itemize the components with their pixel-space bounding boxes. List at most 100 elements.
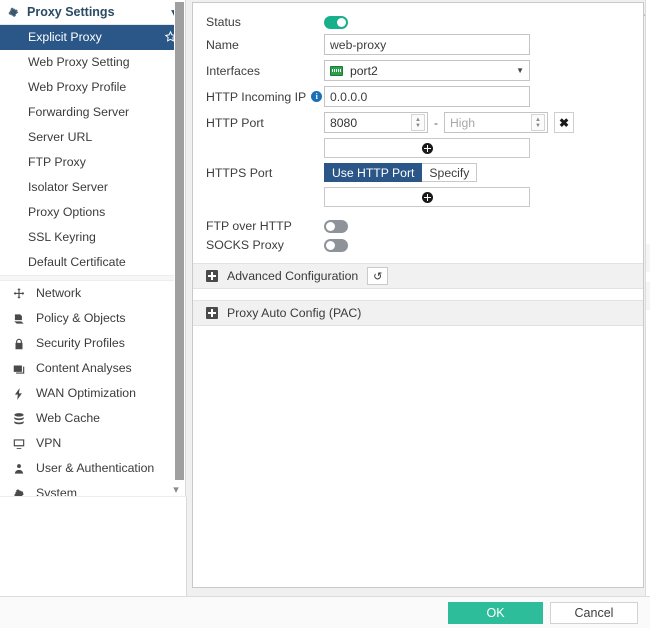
- sidebar-item-isolator-server[interactable]: Isolator Server: [0, 175, 185, 200]
- http-port-low-input[interactable]: 8080 ▲ ▼: [324, 112, 428, 133]
- sidebar-item-label: Web Proxy Setting: [28, 55, 130, 70]
- sidebar-item-label: Isolator Server: [28, 180, 108, 195]
- row-name: Name web-proxy: [193, 34, 643, 55]
- sidebar-item-label: VPN: [36, 436, 62, 451]
- status-toggle[interactable]: [324, 15, 348, 29]
- form-body: Status Name web-proxy Interfaces port2 ▼…: [193, 3, 643, 326]
- dialog-footer: OK Cancel: [0, 596, 650, 628]
- sidebar-item-label: Content Analyses: [36, 361, 132, 376]
- row-http-incoming-ip: HTTP Incoming IP i 0.0.0.0: [193, 86, 643, 107]
- sidebar-item-wan-optimization[interactable]: WAN Optimization›: [0, 381, 185, 406]
- toggle-knob: [326, 221, 335, 231]
- sidebar-item-label: User & Authentication: [36, 461, 155, 476]
- sidebar: Proxy Settings ▾ Explicit Proxy Web Proxy…: [0, 0, 186, 496]
- explicit-proxy-form-card: Status Name web-proxy Interfaces port2 ▼…: [192, 2, 644, 588]
- sidebar-item-web-proxy-profile[interactable]: Web Proxy Profile: [0, 75, 185, 100]
- https-port-option-use-http-port[interactable]: Use HTTP Port: [324, 163, 423, 182]
- sidebar-item-label: Proxy Options: [28, 205, 106, 220]
- sidebar-scrollbar-thumb[interactable]: [175, 2, 184, 480]
- sidebar-item-vpn[interactable]: VPN›: [0, 431, 185, 456]
- sidebar-item-user-authentication[interactable]: User & Authentication›: [0, 456, 185, 481]
- sidebar-item-proxy-options[interactable]: Proxy Options: [0, 200, 185, 225]
- sidebar-item-label: Security Profiles: [36, 336, 125, 351]
- plus-square-icon: [206, 307, 218, 319]
- info-icon[interactable]: i: [311, 91, 323, 102]
- row-interfaces: Interfaces port2 ▼: [193, 60, 643, 81]
- section-advanced-configuration-title: Advanced Configuration: [227, 269, 359, 283]
- sidebar-item-label: Forwarding Server: [28, 105, 130, 120]
- close-x-icon[interactable]: ✖: [554, 112, 574, 133]
- label-ftp-over-http: FTP over HTTP: [206, 219, 292, 233]
- sidebar-scrollbar[interactable]: [174, 0, 185, 496]
- http-incoming-ip-input[interactable]: 0.0.0.0: [324, 86, 530, 107]
- label-status: Status: [206, 15, 241, 29]
- sidebar-item-label: FTP Proxy: [28, 155, 86, 170]
- section-advanced-configuration[interactable]: Advanced Configuration ↺: [193, 263, 643, 289]
- sidebar-item-default-certificate[interactable]: Default Certificate: [0, 250, 185, 275]
- sidebar-item-web-proxy-setting[interactable]: Web Proxy Setting: [0, 50, 185, 75]
- sidebar-item-network[interactable]: Network›: [0, 281, 185, 306]
- sidebar-item-system[interactable]: System›: [0, 481, 185, 496]
- plus-circle-icon: [421, 142, 433, 154]
- ftp-over-http-toggle[interactable]: [324, 219, 348, 233]
- sidebar-item-forwarding-server[interactable]: Forwarding Server: [0, 100, 185, 125]
- sidebar-item-content-analyses[interactable]: Content Analyses›: [0, 356, 185, 381]
- database-icon: [10, 412, 28, 426]
- interfaces-selected-value: port2: [350, 63, 378, 78]
- section-proxy-auto-config[interactable]: Proxy Auto Config (PAC): [193, 300, 643, 326]
- http-port-add-row-button[interactable]: [324, 138, 530, 158]
- right-band-pac: [646, 282, 650, 310]
- spinner-icon[interactable]: ▲ ▼: [411, 114, 425, 131]
- name-input[interactable]: web-proxy: [324, 34, 530, 55]
- sidebar-header-proxy-settings[interactable]: Proxy Settings ▾: [0, 0, 185, 25]
- spinner-icon[interactable]: ▲ ▼: [531, 114, 545, 131]
- sidebar-item-server-url[interactable]: Server URL: [0, 125, 185, 150]
- sidebar-item-security-profiles[interactable]: Security Profiles›: [0, 331, 185, 356]
- ok-button[interactable]: OK: [448, 601, 543, 624]
- move-arrows-icon: [10, 287, 28, 301]
- label-http-incoming-ip-text: HTTP Incoming IP: [206, 89, 307, 104]
- lock-icon: [10, 337, 28, 351]
- sidebar-nav-list: Network›Policy & Objects›Security Profil…: [0, 281, 185, 496]
- plus-circle-icon: [421, 191, 433, 203]
- toggle-knob: [326, 240, 335, 250]
- sidebar-item-label: WAN Optimization: [36, 386, 136, 401]
- port-range-separator: -: [434, 115, 438, 130]
- plus-square-icon: [206, 270, 218, 282]
- label-name: Name: [206, 37, 239, 52]
- cancel-button[interactable]: Cancel: [550, 601, 638, 624]
- label-interfaces: Interfaces: [206, 63, 260, 78]
- label-socks-proxy: SOCKS Proxy: [206, 238, 284, 252]
- https-port-add-row-button[interactable]: [324, 187, 530, 207]
- sidebar-item-label: Web Proxy Profile: [28, 80, 127, 95]
- user-icon: [10, 462, 28, 476]
- policy-icon: [10, 312, 28, 326]
- sidebar-item-web-cache[interactable]: Web Cache›: [0, 406, 185, 431]
- sidebar-item-label: Server URL: [28, 130, 93, 145]
- chevron-down-icon: ▼: [516, 66, 524, 75]
- sidebar-item-ftp-proxy[interactable]: FTP Proxy: [0, 150, 185, 175]
- sidebar-item-ssl-keyring[interactable]: SSL Keyring: [0, 225, 185, 250]
- sidebar-item-label: Web Cache: [36, 411, 101, 426]
- gear-icon: [7, 6, 20, 19]
- interfaces-select[interactable]: port2 ▼: [324, 60, 530, 81]
- main-panel: ▲ Status Name web-proxy: [187, 0, 650, 628]
- sidebar-scroll-down-icon[interactable]: ▾: [169, 483, 183, 496]
- http-port-low-value: 8080: [330, 115, 358, 130]
- sidebar-item-policy-objects[interactable]: Policy & Objects›: [0, 306, 185, 331]
- sidebar-item-explicit-proxy[interactable]: Explicit Proxy: [0, 25, 185, 50]
- https-port-option-specify[interactable]: Specify: [422, 163, 478, 182]
- socks-proxy-toggle[interactable]: [324, 238, 348, 252]
- label-http-incoming-ip: HTTP Incoming IP i: [206, 90, 324, 104]
- row-socks-proxy: SOCKS Proxy: [193, 238, 643, 252]
- https-port-segmented-control: Use HTTP Port Specify: [324, 163, 478, 182]
- revert-icon[interactable]: ↺: [367, 267, 389, 285]
- sidebar-item-label: Network: [36, 286, 82, 301]
- monitor-icon: [10, 437, 28, 451]
- app-root: Proxy Settings ▾ Explicit Proxy Web Proxy…: [0, 0, 650, 628]
- sidebar-header-label: Proxy Settings: [27, 5, 115, 19]
- row-ftp-over-http: FTP over HTTP: [193, 219, 643, 233]
- http-port-high-input[interactable]: High ▲ ▼: [444, 112, 548, 133]
- gear-icon: [10, 487, 28, 496]
- sidebar-item-label: SSL Keyring: [28, 230, 96, 245]
